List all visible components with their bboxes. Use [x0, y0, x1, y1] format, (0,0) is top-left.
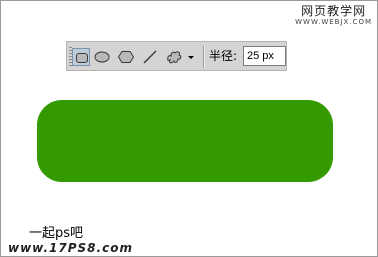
rounded-rectangle-tool-icon: [76, 53, 88, 63]
watermark-slogan: 一起ps吧: [29, 226, 84, 241]
custom-shape-tool-button[interactable]: [165, 48, 183, 66]
radius-label: 半径:: [209, 49, 238, 63]
line-tool-icon: [143, 50, 157, 64]
watermark-site-url: WWW.WEBJX.COM: [295, 18, 372, 26]
polygon-tool-icon: [117, 51, 135, 63]
line-tool-button[interactable]: [141, 48, 159, 66]
rounded-rectangle-tool-button[interactable]: [72, 48, 90, 66]
watermark-site-name: 网页教学网: [301, 4, 367, 18]
ellipse-tool-icon: [94, 51, 110, 63]
shape-options-toolbar: 半径:: [66, 41, 287, 71]
watermark-top: 网页教学网 WWW.WEBJX.COM: [295, 4, 372, 27]
toolbar-divider: [203, 46, 204, 68]
shape-dropdown-button[interactable]: [185, 48, 197, 66]
watermark-url: www.17PS8.com: [8, 241, 133, 255]
green-rounded-rectangle-shape[interactable]: [37, 100, 333, 182]
radius-input[interactable]: [243, 46, 286, 66]
polygon-tool-button[interactable]: [117, 48, 135, 66]
ellipse-tool-button[interactable]: [93, 48, 111, 66]
dropdown-arrow-icon: [188, 56, 194, 59]
custom-shape-tool-icon: [167, 51, 182, 64]
